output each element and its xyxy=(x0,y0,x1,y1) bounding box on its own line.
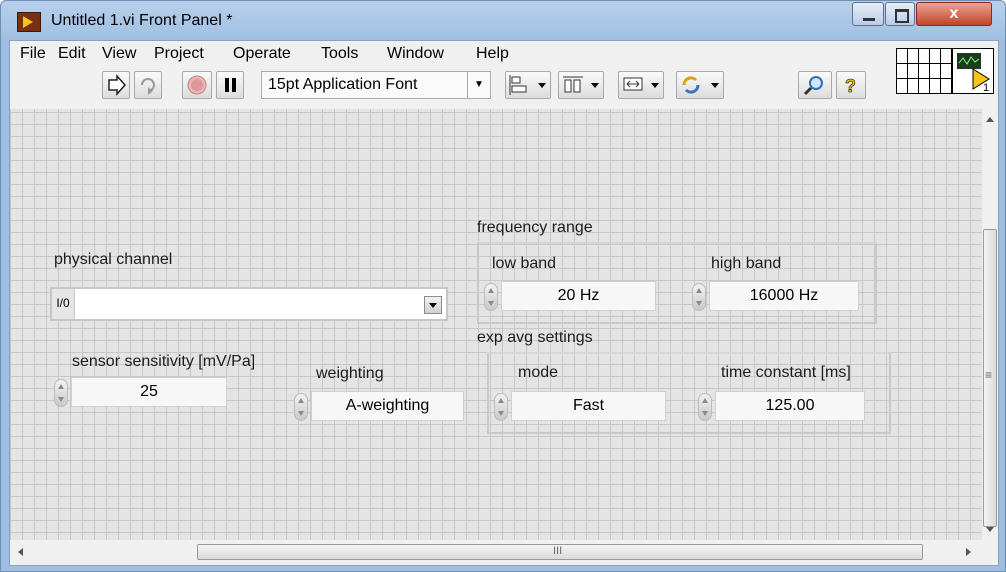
client-area: File Edit View Project Operate Tools Win… xyxy=(9,40,999,566)
time-constant-label: time constant [ms] xyxy=(721,364,851,381)
menu-tools[interactable]: Tools xyxy=(321,45,358,63)
high-band-value[interactable]: 16000 Hz xyxy=(709,281,859,311)
weighting-control[interactable]: A-weighting xyxy=(294,391,472,421)
toolbar: 15pt Application Font ▼ ? 1 xyxy=(10,48,998,109)
horizontal-scrollbar[interactable]: III xyxy=(10,540,998,565)
sensor-sensitivity-label: sensor sensitivity [mV/Pa] xyxy=(72,353,256,370)
exp-avg-settings-label: exp avg settings xyxy=(477,329,593,346)
increment-decrement-icon[interactable] xyxy=(494,393,508,421)
weighting-value[interactable]: A-weighting xyxy=(311,391,464,421)
vertical-scrollbar[interactable]: ≡ xyxy=(982,109,998,540)
title-bar[interactable]: Untitled 1.vi Front Panel * x xyxy=(1,1,1005,41)
menu-view[interactable]: View xyxy=(102,45,136,63)
menu-help[interactable]: Help xyxy=(476,45,509,63)
connector-number: 1 xyxy=(983,82,989,93)
vi-icon[interactable]: 1 xyxy=(952,48,994,94)
low-band-control[interactable]: 20 Hz xyxy=(484,281,662,311)
chevron-down-icon: ▼ xyxy=(467,72,490,98)
close-button[interactable]: x xyxy=(916,2,992,26)
pause-icon xyxy=(225,78,236,92)
high-band-label: high band xyxy=(711,255,782,272)
window-title: Untitled 1.vi Front Panel * xyxy=(51,12,233,29)
run-arrow-icon xyxy=(108,74,127,96)
reorder-icon xyxy=(682,76,719,94)
increment-decrement-icon[interactable] xyxy=(54,379,68,407)
search-icon xyxy=(803,76,823,96)
minimize-icon xyxy=(863,18,875,21)
svg-text:?: ? xyxy=(845,76,856,96)
front-panel-window: Untitled 1.vi Front Panel * x File Edit … xyxy=(0,0,1006,572)
run-continuously-icon xyxy=(141,78,155,95)
distribute-icon xyxy=(563,76,599,93)
increment-decrement-icon[interactable] xyxy=(294,393,308,421)
align-objects-button[interactable] xyxy=(505,71,551,99)
menu-bar: File Edit View Project Operate Tools Win… xyxy=(10,41,910,67)
weighting-label: weighting xyxy=(316,365,384,382)
font-select[interactable]: 15pt Application Font ▼ xyxy=(261,71,491,99)
run-button[interactable] xyxy=(102,71,130,99)
increment-decrement-icon[interactable] xyxy=(692,283,706,311)
scroll-left-icon[interactable] xyxy=(18,548,23,556)
abort-button[interactable] xyxy=(182,71,212,99)
sensor-sensitivity-value[interactable]: 25 xyxy=(71,377,227,407)
scroll-right-icon[interactable] xyxy=(966,548,971,556)
frequency-range-label: frequency range xyxy=(477,219,593,236)
increment-decrement-icon[interactable] xyxy=(484,283,498,311)
horizontal-scroll-thumb[interactable]: III xyxy=(197,544,923,560)
close-icon: x xyxy=(949,5,959,22)
connector-pane[interactable] xyxy=(896,48,952,94)
menu-window[interactable]: Window xyxy=(387,45,444,63)
minimize-button[interactable] xyxy=(852,2,884,26)
mode-label: mode xyxy=(518,364,559,381)
search-button[interactable] xyxy=(798,71,832,99)
vi-run-icon xyxy=(17,12,41,32)
distribute-objects-button[interactable] xyxy=(558,71,604,99)
align-icon xyxy=(509,75,546,95)
scroll-down-icon[interactable] xyxy=(986,527,994,532)
reorder-button[interactable] xyxy=(676,71,724,99)
maximize-icon xyxy=(895,9,909,23)
pause-button[interactable] xyxy=(216,71,244,99)
physical-channel-control[interactable]: I/0 xyxy=(50,287,448,321)
abort-icon xyxy=(187,75,207,95)
mode-control[interactable]: Fast xyxy=(494,391,672,421)
time-constant-control[interactable]: 125.00 xyxy=(698,391,876,421)
time-constant-value[interactable]: 125.00 xyxy=(715,391,865,421)
low-band-value[interactable]: 20 Hz xyxy=(501,281,656,311)
vi-waveform-icon: 1 xyxy=(957,53,990,94)
font-select-value: 15pt Application Font xyxy=(268,76,418,93)
menu-file[interactable]: File xyxy=(20,45,46,63)
increment-decrement-icon[interactable] xyxy=(698,393,712,421)
low-band-label: low band xyxy=(492,255,557,272)
run-continuously-button[interactable] xyxy=(134,71,162,99)
io-channel-icon: I/0 xyxy=(52,289,75,319)
help-icon: ? xyxy=(845,76,857,97)
maximize-button[interactable] xyxy=(885,2,915,26)
grip-icon: III xyxy=(553,545,563,557)
dropdown-arrow-icon[interactable] xyxy=(424,296,442,314)
menu-project[interactable]: Project xyxy=(154,45,204,63)
menu-edit[interactable]: Edit xyxy=(58,45,86,63)
sensor-sensitivity-control[interactable]: 25 xyxy=(54,377,236,407)
mode-value[interactable]: Fast xyxy=(511,391,666,421)
scroll-up-icon[interactable] xyxy=(986,117,994,122)
context-help-button[interactable]: ? xyxy=(836,71,866,99)
vertical-scroll-thumb[interactable]: ≡ xyxy=(983,229,997,527)
resize-objects-button[interactable] xyxy=(618,71,664,99)
resize-icon xyxy=(623,77,659,91)
front-panel-grid[interactable]: frequency range low band 20 Hz high band… xyxy=(10,109,982,540)
high-band-control[interactable]: 16000 Hz xyxy=(692,281,864,311)
physical-channel-label: physical channel xyxy=(54,251,173,268)
menu-operate[interactable]: Operate xyxy=(233,45,291,63)
grip-icon: ≡ xyxy=(985,368,993,382)
